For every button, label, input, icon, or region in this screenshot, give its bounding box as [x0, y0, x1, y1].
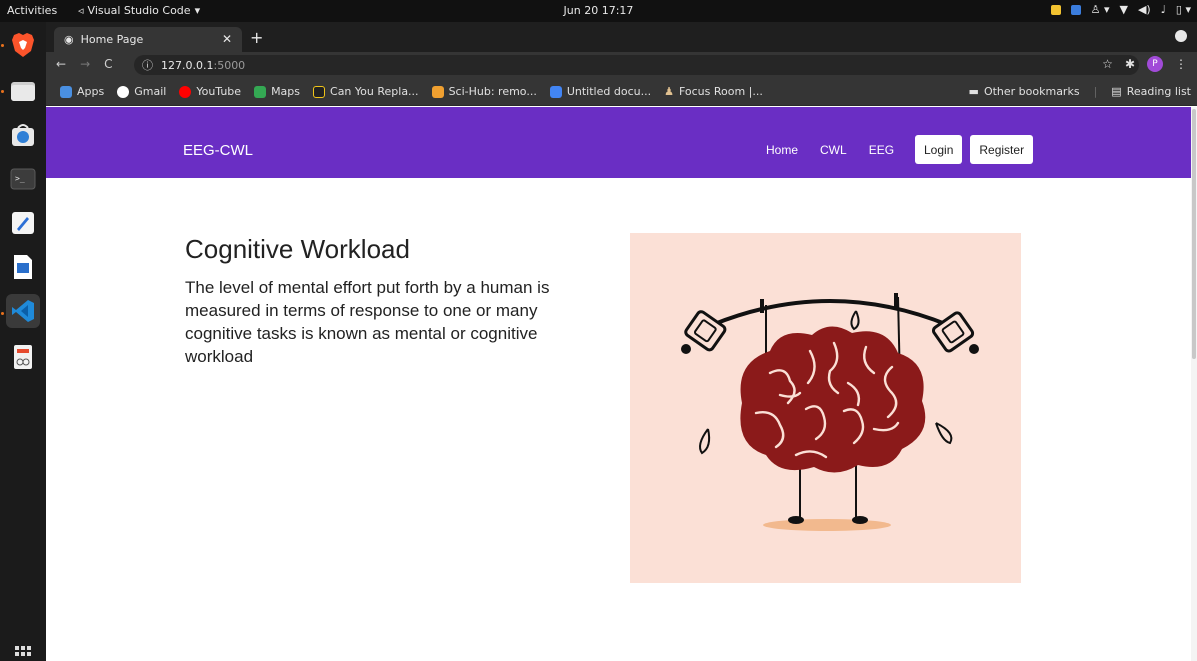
writer-icon[interactable]	[6, 250, 40, 284]
system-tray[interactable]: ♙ ▾ ▼ ◀) ♩ ▯ ▾	[1050, 3, 1191, 16]
reading-list[interactable]: ▤ Reading list	[1111, 85, 1191, 98]
back-icon[interactable]: ←	[56, 57, 66, 71]
docs-icon	[549, 85, 562, 98]
register-button[interactable]: Register	[970, 135, 1034, 164]
tray-notes-icon[interactable]	[1050, 4, 1061, 15]
other-bookmarks-label: Other bookmarks	[983, 85, 1080, 98]
document-viewer-icon[interactable]	[6, 340, 40, 374]
text-editor-icon[interactable]	[6, 206, 40, 240]
reading-list-icon: ▤	[1111, 85, 1122, 98]
nav-links: Home CWL EEG	[766, 143, 906, 157]
browser-toolbar: ← → C ⓘ 127.0.0.1:5000 ☆ ✱ P ⋮	[46, 52, 1197, 78]
bookmark-untitled-doc[interactable]: Untitled docu...	[549, 85, 652, 98]
url-host: 127.0.0.1	[161, 58, 214, 72]
files-icon[interactable]	[6, 74, 40, 108]
page-scrollbar[interactable]	[1191, 107, 1197, 661]
bookmark-label: Apps	[77, 85, 105, 98]
maps-icon	[254, 85, 267, 98]
running-indicator	[1, 44, 4, 47]
site-navbar: EEG-CWL Home CWL EEG Login Register	[46, 107, 1191, 178]
url-port: :5000	[213, 58, 246, 72]
software-store-icon[interactable]	[6, 118, 40, 152]
browser-window: ◉ Home Page ✕ + ← → C ⓘ 127.0.0.1:5000 ☆…	[46, 22, 1197, 661]
terminal-icon[interactable]: >_	[6, 162, 40, 196]
site-brand[interactable]: EEG-CWL	[183, 142, 253, 159]
page-viewport: EEG-CWL Home CWL EEG Login Register Cogn…	[46, 107, 1197, 661]
clock[interactable]: Jun 20 17:17	[0, 4, 1197, 17]
bookmark-label: Untitled docu...	[566, 85, 652, 98]
bookmark-can-you-replace[interactable]: Can You Repla...	[313, 85, 419, 98]
bookmark-youtube[interactable]: YouTube	[179, 85, 241, 98]
extensions-icon[interactable]: ✱	[1125, 57, 1135, 71]
running-indicator	[1, 312, 4, 315]
scrollbar-thumb[interactable]	[1192, 109, 1196, 359]
focus-room-icon: ♟	[664, 85, 674, 98]
bookmarks-bar: Apps Gmail YouTube Maps Can You Repla...…	[46, 78, 1197, 106]
auth-buttons: Login Register	[915, 135, 1034, 164]
nav-eeg[interactable]: EEG	[869, 143, 894, 157]
bookmarks-divider: |	[1093, 85, 1098, 98]
wifi-icon[interactable]: ▼	[1119, 3, 1127, 16]
tab-title: Home Page	[80, 33, 144, 46]
bookmark-focus-room[interactable]: ♟ Focus Room |...	[664, 85, 763, 98]
apps-grid-icon	[60, 85, 72, 98]
bookmark-maps[interactable]: Maps	[254, 85, 300, 98]
tray-zoom-icon[interactable]	[1070, 4, 1081, 15]
vscode-icon[interactable]	[6, 294, 40, 328]
bookmark-apps[interactable]: Apps	[60, 85, 104, 98]
address-bar[interactable]: ⓘ 127.0.0.1:5000	[134, 55, 1139, 75]
forward-icon[interactable]: →	[80, 57, 90, 71]
show-applications-icon[interactable]	[15, 646, 31, 656]
bookmark-label: Can You Repla...	[330, 85, 419, 98]
bookmark-label: Maps	[271, 85, 301, 98]
tab-strip: ◉ Home Page ✕ +	[46, 22, 1197, 52]
brave-browser-icon[interactable]	[6, 28, 40, 62]
bookmark-star-icon[interactable]: ☆	[1102, 57, 1113, 71]
battery-icon[interactable]: ▯ ▾	[1176, 3, 1191, 16]
reading-list-label: Reading list	[1126, 85, 1191, 98]
sci-hub-icon	[431, 85, 444, 98]
bookmark-sci-hub[interactable]: Sci-Hub: remo...	[431, 85, 537, 98]
hero-description: The level of mental effort put forth by …	[185, 278, 550, 366]
menu-icon[interactable]: ⋮	[1175, 57, 1187, 71]
nav-home[interactable]: Home	[766, 143, 798, 157]
globe-icon: ◉	[64, 33, 74, 46]
hero-title: Cognitive Workload	[185, 234, 410, 264]
other-bookmarks[interactable]: ▬ Other bookmarks	[969, 85, 1080, 98]
microphone-icon[interactable]: ♩	[1161, 3, 1166, 16]
tab-home-page[interactable]: ◉ Home Page ✕	[54, 27, 242, 52]
running-indicator	[1, 90, 4, 93]
system-top-bar: Activities ◃ Visual Studio Code ▾ Jun 20…	[0, 0, 1197, 22]
bookmark-gmail[interactable]: Gmail	[117, 85, 166, 98]
accessibility-icon[interactable]: ♙ ▾	[1091, 3, 1110, 16]
nav-cwl[interactable]: CWL	[820, 143, 847, 157]
bookmark-label: Gmail	[134, 85, 167, 98]
svg-text:>_: >_	[15, 174, 25, 183]
tab-search-icon[interactable]	[1175, 30, 1187, 42]
bookmark-label: Sci-Hub: remo...	[448, 85, 537, 98]
site-info-icon[interactable]: ⓘ	[142, 57, 153, 73]
folder-icon: ▬	[968, 85, 979, 98]
bookmark-label: YouTube	[196, 85, 242, 98]
brain-lifting-illustration	[630, 233, 1021, 583]
google-icon	[117, 85, 130, 98]
dock: >_	[0, 22, 46, 661]
bookmark-label: Focus Room |...	[678, 85, 763, 98]
profile-avatar[interactable]: P	[1147, 56, 1163, 72]
volume-icon[interactable]: ◀)	[1138, 3, 1151, 16]
close-icon[interactable]: ✕	[222, 32, 232, 46]
reload-icon[interactable]: C	[104, 57, 112, 71]
youtube-icon	[179, 85, 192, 98]
login-button[interactable]: Login	[915, 135, 963, 164]
db-icon	[313, 85, 326, 98]
new-tab-button[interactable]: +	[250, 28, 263, 47]
